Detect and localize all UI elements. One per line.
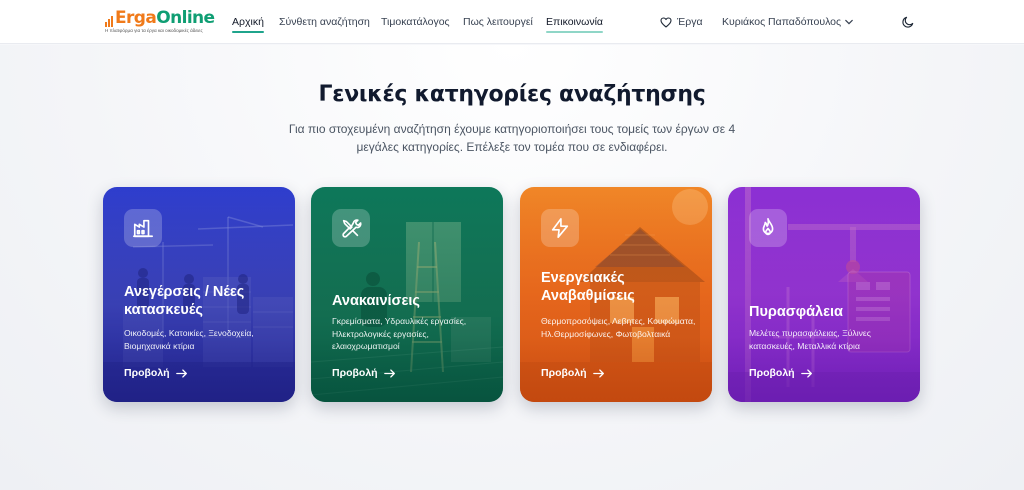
card-view-link[interactable]: Προβολή xyxy=(332,367,396,379)
category-card-new-construction[interactable]: Ανεγέρσεις / Νέες κατασκευές Οικοδομές, … xyxy=(103,187,295,402)
nav-item-label: Αρχική xyxy=(232,16,264,28)
active-underline xyxy=(546,31,603,33)
flame-icon xyxy=(749,209,787,247)
nav-item-label: Τιμοκατάλογος xyxy=(381,16,450,28)
tools-icon xyxy=(332,209,370,247)
moon-icon xyxy=(902,16,914,28)
user-name: Κυριάκος Παπαδόπουλος xyxy=(722,16,842,28)
logo-text-erga: Erga xyxy=(115,8,157,28)
arrow-right-icon xyxy=(800,368,812,378)
top-navbar: Erga Online Η πλατφόρμα για τα έργα και … xyxy=(0,0,1024,44)
card-title: Ανακαινίσεις xyxy=(332,293,420,309)
card-view-link[interactable]: Προβολή xyxy=(541,367,605,379)
active-underline xyxy=(232,31,264,33)
nav-item-label: Επικοινωνία xyxy=(546,16,603,28)
category-card-renovations[interactable]: Ανακαινίσεις Γκρεμίσματα, Υδραυλικές εργ… xyxy=(311,187,503,402)
arrow-right-icon xyxy=(592,368,604,378)
nav-item-contact[interactable]: Επικοινωνία xyxy=(546,16,603,33)
card-link-label: Προβολή xyxy=(749,367,795,379)
logo-tagline: Η πλατφόρμα για τα έργα και οικοδομικές … xyxy=(105,28,203,33)
nav-item-label: Σύνθετη αναζήτηση xyxy=(279,16,370,28)
card-description: Γκρεμίσματα, Υδραυλικές εργασίες, Ηλεκτρ… xyxy=(332,316,467,351)
card-description: Μελέτες πυρασφάλειας, Ξύλινες κατασκευές… xyxy=(749,328,871,351)
nav-item-label: Πως λειτουργεί xyxy=(463,16,533,28)
logo-bars-icon xyxy=(105,13,113,27)
chevron-down-icon xyxy=(845,19,853,25)
factory-icon xyxy=(124,209,162,247)
category-card-fire-safety[interactable]: Πυρασφάλεια Μελέτες πυρασφάλειας, Ξύλινε… xyxy=(728,187,920,402)
arrow-right-icon xyxy=(383,368,395,378)
card-description: Θερμοπροσόψεις, Λεβητες, Κουφώματα, Ηλ.Θ… xyxy=(541,316,696,339)
category-card-energy-upgrades[interactable]: Ενεργειακές Αναβαθμίσεις Θερμοπροσόψεις,… xyxy=(520,187,712,402)
logo-text-online: Online xyxy=(156,8,215,28)
card-link-label: Προβολή xyxy=(541,367,587,379)
nav-item-pricing[interactable]: Τιμοκατάλογος xyxy=(381,16,450,28)
lightning-icon xyxy=(541,209,579,247)
card-link-label: Προβολή xyxy=(332,367,378,379)
card-view-link[interactable]: Προβολή xyxy=(124,367,188,379)
works-button[interactable]: Έργα xyxy=(660,16,703,28)
card-description: Οικοδομές, Κατοικίες, Ξενοδοχεία, Βιομηχ… xyxy=(124,328,254,351)
brand-logo[interactable]: Erga Online Η πλατφόρμα για τα έργα και … xyxy=(105,9,225,37)
card-view-link[interactable]: Προβολή xyxy=(749,367,813,379)
page-title: Γενικές κατηγορίες αναζήτησης xyxy=(318,82,706,107)
page-subtitle: Για πιο στοχευμένη αναζήτηση έχουμε κατη… xyxy=(288,122,736,154)
card-link-label: Προβολή xyxy=(124,367,170,379)
card-title: Ανεγέρσεις / Νέες κατασκευές xyxy=(124,284,245,318)
theme-toggle[interactable] xyxy=(901,15,915,34)
card-title: Ενεργειακές Αναβαθμίσεις xyxy=(541,270,635,304)
works-label: Έργα xyxy=(677,16,703,28)
card-title: Πυρασφάλεια xyxy=(749,304,843,320)
nav-item-how-it-works[interactable]: Πως λειτουργεί xyxy=(463,16,533,28)
arrow-right-icon xyxy=(175,368,187,378)
nav-item-home[interactable]: Αρχική xyxy=(232,16,264,33)
nav-item-advanced-search[interactable]: Σύνθετη αναζήτηση xyxy=(279,16,370,28)
heart-icon xyxy=(660,16,672,28)
user-menu[interactable]: Κυριάκος Παπαδόπουλος xyxy=(722,16,853,28)
